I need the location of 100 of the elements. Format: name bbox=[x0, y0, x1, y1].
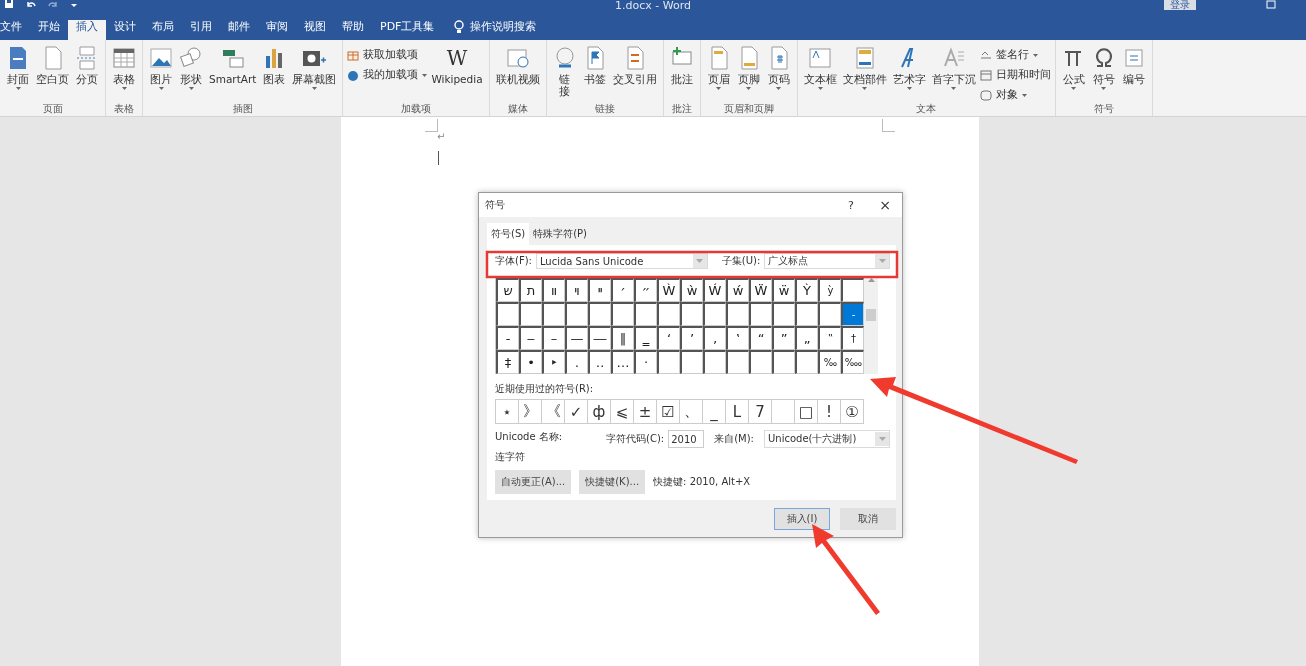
symbol-cell[interactable] bbox=[795, 302, 818, 326]
symbol-cell[interactable]: ‗ bbox=[634, 326, 657, 350]
symbol-cell[interactable]: ש bbox=[496, 278, 519, 302]
symbol-cell[interactable]: „ bbox=[795, 326, 818, 350]
symbol-cell[interactable]: ẅ bbox=[772, 278, 795, 302]
symbol-cell[interactable]: ‣ bbox=[542, 350, 565, 374]
ribbon-button[interactable]: 屏幕截图 bbox=[290, 44, 339, 92]
symbol-cell[interactable]: ‱ bbox=[841, 350, 864, 374]
undo-icon[interactable] bbox=[26, 0, 36, 10]
dropdown-caret-icon[interactable] bbox=[906, 87, 912, 90]
symbol-cell[interactable]: ‚ bbox=[703, 326, 726, 350]
ribbon-button[interactable]: 表格 bbox=[110, 44, 138, 92]
symbol-cell[interactable]: • bbox=[519, 350, 542, 374]
symbol-cell[interactable] bbox=[772, 350, 795, 374]
lightbulb-icon[interactable] bbox=[454, 19, 465, 34]
dialog-tab[interactable]: 特殊字符(P) bbox=[529, 223, 591, 245]
symbol-cell[interactable]: ‡ bbox=[496, 350, 519, 374]
symbol-cell[interactable]: … bbox=[611, 350, 634, 374]
symbol-cell[interactable] bbox=[611, 302, 634, 326]
autocorrect-button[interactable]: 自动更正(A)... bbox=[495, 470, 572, 494]
ribbon-tab[interactable]: 插入 bbox=[68, 20, 106, 40]
ribbon-tab[interactable]: PDF工具集 bbox=[372, 20, 443, 40]
dropdown-caret-icon[interactable] bbox=[817, 87, 823, 90]
dropdown-caret-icon[interactable] bbox=[158, 87, 164, 90]
subset-select[interactable]: 广义标点 bbox=[764, 253, 890, 269]
symbol-cell[interactable]: ’ bbox=[680, 326, 703, 350]
dropdown-caret-icon[interactable] bbox=[951, 87, 957, 90]
ribbon-tab[interactable]: 文件 bbox=[0, 20, 30, 40]
recent-symbol-cell[interactable]: □ bbox=[795, 400, 818, 424]
symbol-cell[interactable]: ẁ bbox=[680, 278, 703, 302]
dropdown-caret-icon[interactable] bbox=[776, 87, 782, 90]
login-button[interactable]: 登录 bbox=[1164, 0, 1196, 10]
ribbon-tab[interactable]: 邮件 bbox=[220, 20, 258, 40]
redo-icon[interactable] bbox=[48, 0, 58, 10]
symbol-cell[interactable]: ‒ bbox=[519, 326, 542, 350]
recent-symbol-cell[interactable] bbox=[772, 400, 795, 424]
recent-symbol-cell[interactable]: _ bbox=[703, 400, 726, 424]
dropdown-caret-icon[interactable] bbox=[15, 87, 21, 90]
ribbon-button[interactable]: 批注 bbox=[667, 44, 696, 89]
recent-symbol-cell[interactable]: 7 bbox=[749, 400, 772, 424]
symbol-cell[interactable]: ‧ bbox=[634, 350, 657, 374]
symbol-cell[interactable]: ” bbox=[772, 326, 795, 350]
symbol-cell[interactable]: ẃ bbox=[726, 278, 749, 302]
ribbon-button[interactable]: SmartArt bbox=[207, 44, 259, 87]
ribbon-tab[interactable]: 开始 bbox=[30, 20, 68, 40]
dropdown-caret-icon[interactable] bbox=[121, 87, 127, 90]
ribbon-tab[interactable]: 视图 bbox=[296, 20, 334, 40]
symbol-cell[interactable] bbox=[749, 350, 772, 374]
symbol-cell[interactable]: Ỳ bbox=[795, 278, 818, 302]
cancel-button[interactable]: 取消 bbox=[840, 507, 896, 530]
symbol-cell[interactable]: ״ bbox=[634, 278, 657, 302]
symbol-cell[interactable] bbox=[565, 302, 588, 326]
recent-symbol-cell[interactable]: ⩽ bbox=[611, 400, 634, 424]
ribbon-tab[interactable]: 布局 bbox=[144, 20, 182, 40]
symbol-cell[interactable] bbox=[795, 350, 818, 374]
ribbon-button[interactable]: 获取加载项 bbox=[347, 48, 428, 62]
recent-symbol-cell[interactable]: L bbox=[726, 400, 749, 424]
ribbon-button[interactable]: 文档部件 bbox=[840, 44, 889, 92]
symbol-cell[interactable] bbox=[542, 302, 565, 326]
recent-symbol-cell[interactable]: 、 bbox=[680, 400, 703, 424]
ribbon-button[interactable]: 页眉 bbox=[704, 44, 733, 92]
scrollbar-thumb[interactable] bbox=[866, 309, 876, 321]
symbol-cell[interactable] bbox=[749, 302, 772, 326]
dropdown-caret-icon[interactable] bbox=[188, 87, 194, 90]
char-code-field[interactable]: 2010 bbox=[668, 430, 705, 448]
ribbon-button[interactable]: 分页 bbox=[73, 44, 101, 89]
symbol-cell[interactable]: ‥ bbox=[588, 350, 611, 374]
symbol-cell[interactable]: – bbox=[542, 326, 565, 350]
scroll-up-icon[interactable] bbox=[867, 277, 875, 283]
dropdown-caret-icon[interactable] bbox=[422, 73, 428, 77]
dropdown-caret-icon[interactable] bbox=[746, 87, 752, 90]
recent-symbol-cell[interactable]: ± bbox=[634, 400, 657, 424]
symbol-cell[interactable] bbox=[703, 302, 726, 326]
symbol-cell[interactable]: ‖ bbox=[611, 326, 634, 350]
restore-icon[interactable] bbox=[1266, 0, 1276, 10]
ribbon-button[interactable]: 交叉引用 bbox=[610, 44, 659, 89]
symbol-cell[interactable]: ײ bbox=[588, 278, 611, 302]
close-button[interactable]: × bbox=[868, 197, 902, 213]
shortcut-key-button[interactable]: 快捷键(K)... bbox=[579, 470, 646, 494]
ribbon-button[interactable]: 页码 bbox=[764, 44, 793, 92]
dropdown-caret-icon[interactable] bbox=[1071, 87, 1077, 90]
ribbon-button[interactable]: 页脚 bbox=[734, 44, 763, 92]
insert-button[interactable]: 插入(I) bbox=[774, 507, 830, 530]
ribbon-button[interactable]: 日期和时间 bbox=[979, 68, 1051, 82]
symbol-cell[interactable]: “ bbox=[749, 326, 772, 350]
symbol-cell[interactable]: ת bbox=[519, 278, 542, 302]
ribbon-button[interactable]: 链接 bbox=[550, 44, 579, 99]
symbol-cell[interactable]: Ẅ bbox=[749, 278, 772, 302]
ribbon-tab[interactable]: 帮助 bbox=[334, 20, 372, 40]
ribbon-button[interactable]: 形状 bbox=[177, 44, 205, 92]
symbol-cell[interactable] bbox=[588, 302, 611, 326]
symbol-cell[interactable]: ‟ bbox=[818, 326, 841, 350]
ribbon-button[interactable]: 联机视频 bbox=[493, 44, 542, 89]
ribbon-tab[interactable]: 设计 bbox=[106, 20, 144, 40]
ribbon-button[interactable]: 公式 bbox=[1059, 44, 1088, 92]
symbol-cell[interactable] bbox=[634, 302, 657, 326]
recent-symbol-cell[interactable]: 《 bbox=[542, 400, 565, 424]
font-select[interactable]: Lucida Sans Unicode bbox=[535, 253, 708, 269]
ribbon-button[interactable]: 封面 bbox=[4, 44, 32, 92]
dropdown-caret-icon[interactable] bbox=[1032, 53, 1038, 57]
